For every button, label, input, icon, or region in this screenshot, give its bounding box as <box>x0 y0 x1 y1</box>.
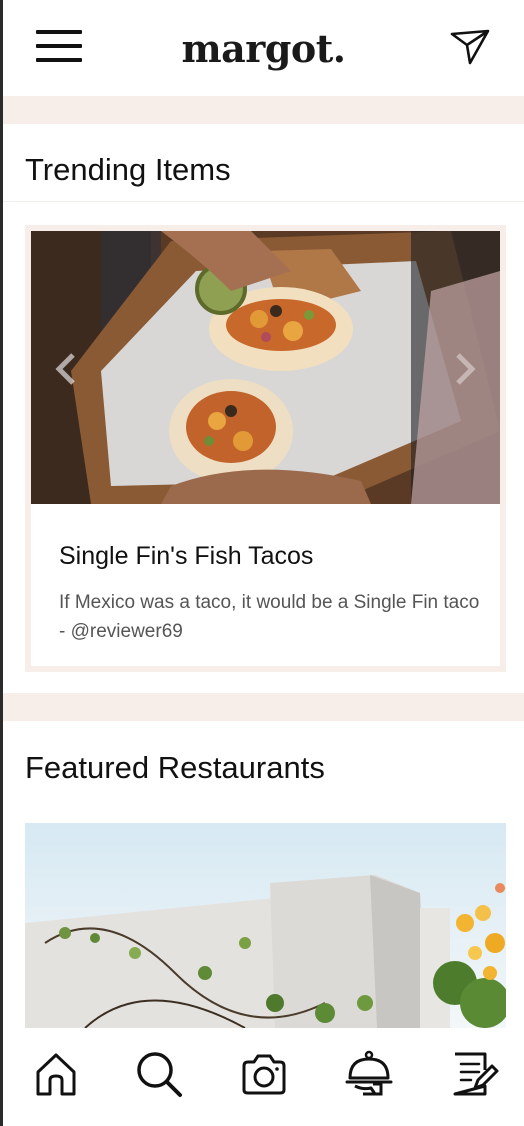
trending-title: Trending Items <box>25 152 231 187</box>
section-separator <box>3 96 524 124</box>
chevron-right-icon[interactable] <box>450 349 480 389</box>
camera-icon[interactable] <box>236 1046 292 1102</box>
divider <box>3 201 524 202</box>
card-description: If Mexico was a taco, it would be a Sing… <box>59 592 480 642</box>
restaurant-exterior-photo[interactable] <box>25 823 506 1028</box>
trending-card[interactable]: Single Fin's Fish Tacos If Mexico was a … <box>25 225 506 672</box>
bottom-tab-bar <box>3 1028 524 1126</box>
left-frame-edge <box>0 0 3 1126</box>
app-header: margot. <box>3 0 524 96</box>
section-separator <box>3 693 524 721</box>
home-icon[interactable] <box>28 1046 84 1102</box>
cloche-icon[interactable] <box>341 1046 397 1102</box>
app-logo: margot. <box>181 26 346 71</box>
search-icon[interactable] <box>131 1046 187 1102</box>
chevron-left-icon[interactable] <box>51 349 81 389</box>
card-title[interactable]: Single Fin's Fish Tacos <box>59 542 313 571</box>
featured-title: Featured Restaurants <box>25 750 325 785</box>
tacos-photo[interactable] <box>31 231 500 504</box>
paper-plane-icon[interactable] <box>450 28 490 66</box>
notes-icon[interactable] <box>445 1046 501 1102</box>
